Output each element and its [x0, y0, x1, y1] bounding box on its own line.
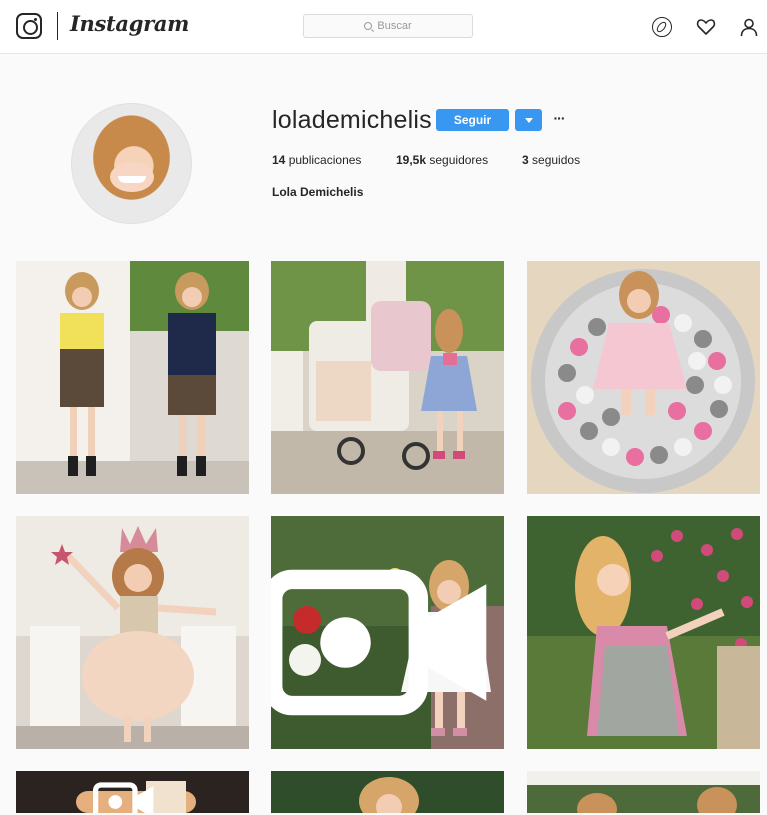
followers-label: seguidores [429, 153, 489, 167]
followers-stat[interactable]: 19,5k seguidores [396, 153, 488, 167]
post-thumbnail[interactable] [527, 516, 760, 749]
search-placeholder: Buscar [377, 20, 412, 32]
instagram-glyph-icon[interactable] [16, 13, 42, 39]
posts-count: 14 [272, 153, 286, 167]
followers-count: 19,5k [396, 153, 427, 167]
posts-stat: 14 publicaciones [272, 153, 361, 167]
search-icon [364, 22, 373, 30]
profile-username: lolademichelis [272, 106, 432, 134]
post-thumbnail[interactable] [527, 261, 760, 494]
logo-divider [57, 12, 58, 40]
profile-avatar[interactable] [71, 103, 192, 224]
post-thumbnail[interactable] [16, 771, 249, 813]
profile-full-name: Lola Demichelis [272, 185, 364, 199]
chevron-down-icon [524, 117, 533, 123]
heart-icon[interactable] [696, 17, 716, 37]
post-thumbnail[interactable] [271, 771, 504, 813]
instagram-wordmark[interactable]: Instagram [70, 11, 189, 36]
follow-button[interactable]: Seguir [436, 109, 509, 131]
post-thumbnail[interactable] [16, 516, 249, 749]
video-icon [271, 569, 487, 716]
suggestions-dropdown-button[interactable] [515, 109, 542, 131]
compass-icon[interactable] [652, 17, 672, 37]
person-icon[interactable] [739, 17, 759, 37]
video-icon [93, 782, 154, 813]
posts-label: publicaciones [288, 153, 362, 167]
post-thumbnail[interactable] [271, 261, 504, 494]
following-stat[interactable]: 3 seguidos [522, 153, 580, 167]
post-thumbnail[interactable] [527, 771, 760, 813]
top-navigation-bar: Instagram Buscar [0, 0, 767, 54]
post-thumbnail[interactable] [16, 261, 249, 494]
following-count: 3 [522, 153, 529, 167]
post-thumbnail[interactable] [271, 516, 504, 749]
search-input[interactable]: Buscar [303, 14, 473, 38]
following-label: seguidos [532, 153, 581, 167]
more-options-button[interactable]: ··· [550, 110, 568, 130]
